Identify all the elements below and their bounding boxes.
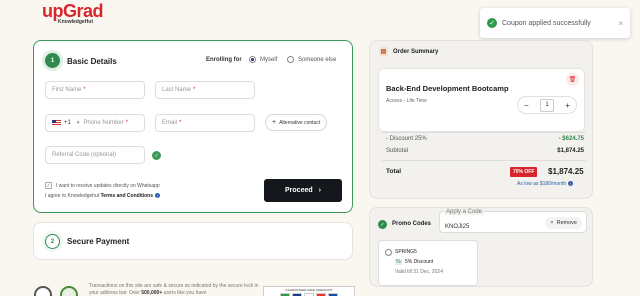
remove-label: Remove: [556, 220, 577, 226]
minus-button[interactable]: −: [524, 101, 529, 110]
discount-label: - Discount 25%: [386, 136, 427, 142]
verified-seal-icon: [60, 286, 78, 296]
whatsapp-checkbox[interactable]: ✓: [45, 182, 52, 189]
logo-wordmark: upGrad: [42, 1, 104, 21]
required-mark: *: [193, 87, 196, 93]
divider: [382, 132, 586, 133]
order-summary-header: ▤ Order Summary: [379, 47, 438, 56]
promo-code-label: Apply a Code: [444, 209, 485, 215]
course-access: Access - Life Time: [386, 98, 427, 104]
radio-someone-else-label[interactable]: Someone else: [298, 57, 336, 63]
proceed-button[interactable]: Proceed ›: [264, 179, 342, 202]
security-seal-icon: [34, 286, 52, 296]
coupon-radio[interactable]: [385, 249, 392, 256]
remove-code-button[interactable]: × Remove: [545, 217, 582, 229]
discount-value: - $624.75: [558, 136, 584, 142]
referral-code-field[interactable]: Referral Code (optional): [45, 146, 145, 164]
emi-info[interactable]: As low as $180/month i: [517, 181, 574, 187]
coupon-discount-text: 5% Discount: [405, 259, 434, 265]
radio-myself-label[interactable]: Myself: [260, 57, 277, 63]
trash-icon[interactable]: 🗑: [566, 73, 579, 86]
secure-payment-title: Secure Payment: [67, 237, 130, 246]
info-icon[interactable]: i: [568, 181, 574, 186]
info-icon[interactable]: i: [155, 193, 161, 198]
course-item: 🗑 Back-End Development Bootcamp Access -…: [378, 68, 585, 132]
close-icon[interactable]: ×: [618, 19, 623, 28]
required-mark: *: [179, 120, 182, 126]
us-flag-icon: [52, 120, 61, 126]
step-number-1: 1: [45, 53, 60, 68]
last-name-placeholder: Last Name: [162, 87, 192, 93]
quantity-stepper: − 1 +: [517, 96, 577, 114]
last-name-field[interactable]: Last Name *: [155, 81, 255, 99]
agree-text: I agree to Knowledgehut: [45, 193, 100, 199]
check-circle-icon: ✓: [487, 18, 497, 28]
radio-myself[interactable]: [249, 56, 256, 63]
country-code[interactable]: +1: [64, 120, 71, 126]
order-summary-card: ▤ Order Summary 🗑 Back-End Development B…: [369, 40, 593, 199]
subtotal-label: Subtotal: [386, 148, 409, 154]
required-mark: *: [83, 87, 86, 93]
first-name-field[interactable]: First Name *: [45, 81, 145, 99]
coupon-option[interactable]: SPRING5 % 5% Discount Valid till 31 Dec,…: [378, 240, 478, 286]
toast-message: Coupon applied successfully: [502, 19, 591, 27]
email-field[interactable]: Email *: [155, 114, 255, 132]
proceed-label: Proceed: [285, 187, 313, 194]
first-name-placeholder: First Name: [52, 87, 82, 93]
close-icon: ×: [550, 220, 554, 226]
secure-payment-card[interactable]: 2 Secure Payment: [33, 222, 353, 260]
trust-message: Transactions on this site are safe & sec…: [89, 283, 269, 296]
trust-text-post: users like you have: [163, 290, 207, 296]
guaranteed-checkout-badge: GUARANTEED SAFE CHECKOUT: [263, 286, 355, 296]
terms-line: I agree to Knowledgehut Terms and Condit…: [45, 193, 161, 199]
chevron-right-icon: ›: [318, 187, 321, 194]
check-circle-icon: ✓: [378, 220, 387, 229]
plus-icon: +: [272, 119, 277, 126]
referral-placeholder: Referral Code (optional): [52, 152, 117, 158]
email-placeholder: Email: [162, 120, 178, 126]
discount-badge: 70% OFF: [510, 167, 538, 177]
coupon-name: SPRING5: [395, 249, 417, 255]
course-title: Back-End Development Bootcamp: [386, 84, 509, 93]
basic-details-title: Basic Details: [67, 57, 117, 66]
step-number-2: 2: [45, 234, 60, 249]
total-label: Total: [386, 168, 402, 175]
alternative-contact-label: Alternative contact: [279, 119, 321, 126]
enrolling-for-label: Enrolling for: [206, 57, 242, 63]
subtotal-value: $1,874.25: [557, 148, 584, 154]
brand-logo[interactable]: upGrad KnowledgeHut: [42, 1, 104, 25]
alternative-contact-button[interactable]: + Alternative contact: [265, 114, 328, 131]
divider: [382, 160, 586, 161]
guarantee-title: GUARANTEED SAFE CHECKOUT: [285, 288, 333, 292]
tag-icon: %: [395, 259, 402, 265]
chevron-down-icon[interactable]: ▾: [77, 120, 80, 126]
emi-text: As low as $180/month: [517, 181, 567, 187]
terms-link[interactable]: Terms and Conditions: [101, 193, 153, 199]
trust-users-count: 500,000+: [141, 290, 163, 296]
phone-placeholder: Phone Number: [83, 120, 124, 126]
plus-button[interactable]: +: [565, 101, 570, 110]
receipt-icon: ▤: [379, 47, 388, 56]
coupon-discount: % 5% Discount: [395, 259, 433, 265]
radio-someone-else[interactable]: [287, 56, 294, 63]
required-mark: *: [125, 120, 129, 126]
total-value: $1,874.25: [548, 167, 584, 176]
coupon-validity: Valid till 31 Dec, 2024: [395, 269, 443, 275]
order-summary-title: Order Summary: [393, 48, 439, 55]
promo-code-value: KNOJI25: [445, 224, 470, 230]
promo-code-input[interactable]: Apply a Code KNOJI25 × Remove: [439, 209, 587, 233]
success-toast: ✓ Coupon applied successfully ×: [480, 8, 630, 38]
verified-check-icon: ✓: [152, 151, 161, 160]
promo-codes-card: ✓ Promo Codes Apply a Code KNOJI25 × Rem…: [369, 207, 593, 287]
promo-codes-title: Promo Codes: [392, 221, 432, 227]
phone-field[interactable]: +1 ▾ Phone Number *: [45, 114, 145, 132]
whatsapp-updates-label: I want to receive updates directly on Wh…: [56, 183, 160, 189]
basic-details-card: 1 Basic Details Enrolling for Myself Som…: [33, 40, 353, 213]
discount-row: - Discount 25% - $624.75: [386, 136, 584, 142]
subtotal-row: Subtotal $1,874.25: [386, 148, 584, 154]
quantity-value[interactable]: 1: [540, 98, 554, 112]
